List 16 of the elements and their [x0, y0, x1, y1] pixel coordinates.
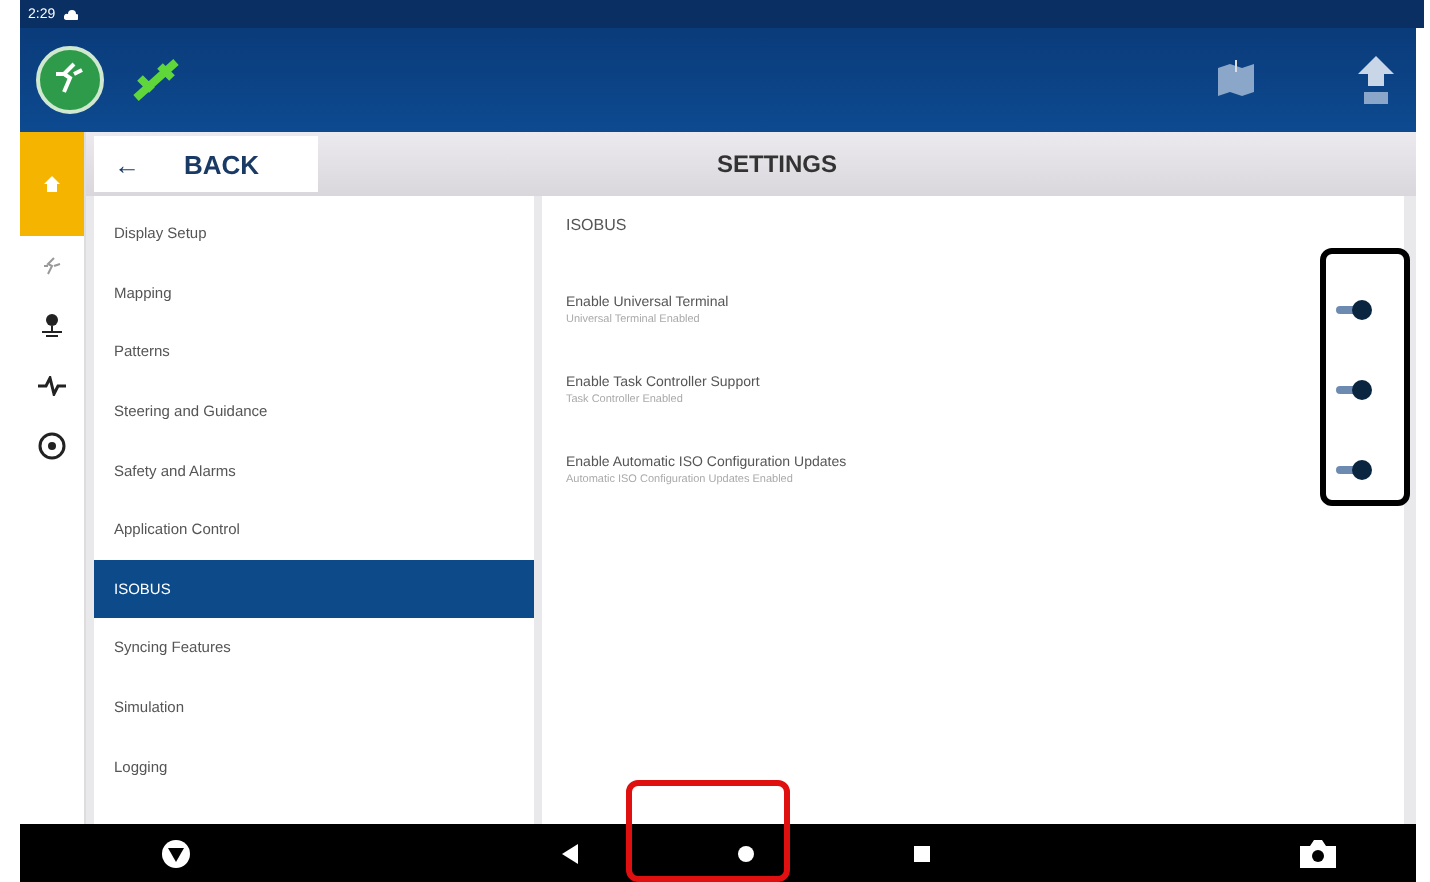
page-title: SETTINGS: [714, 150, 839, 178]
section-title: ISOBUS: [566, 216, 629, 234]
back-button[interactable]: ← BACK: [94, 136, 318, 192]
pulse-icon: [38, 376, 66, 396]
toggle-switch[interactable]: [1332, 300, 1372, 320]
camera-icon[interactable]: [1300, 839, 1336, 867]
marker-icon: [40, 312, 64, 340]
home-icon: [42, 174, 62, 194]
cloud-icon: [63, 9, 78, 19]
home-icon[interactable]: [738, 845, 754, 861]
back-icon[interactable]: [562, 843, 578, 863]
dial-icon: [38, 432, 66, 460]
toggle-switch[interactable]: [1332, 460, 1372, 480]
toggle-switch[interactable]: [1332, 380, 1372, 400]
satellite-icon[interactable]: [128, 54, 184, 106]
recents-icon[interactable]: [914, 845, 930, 861]
